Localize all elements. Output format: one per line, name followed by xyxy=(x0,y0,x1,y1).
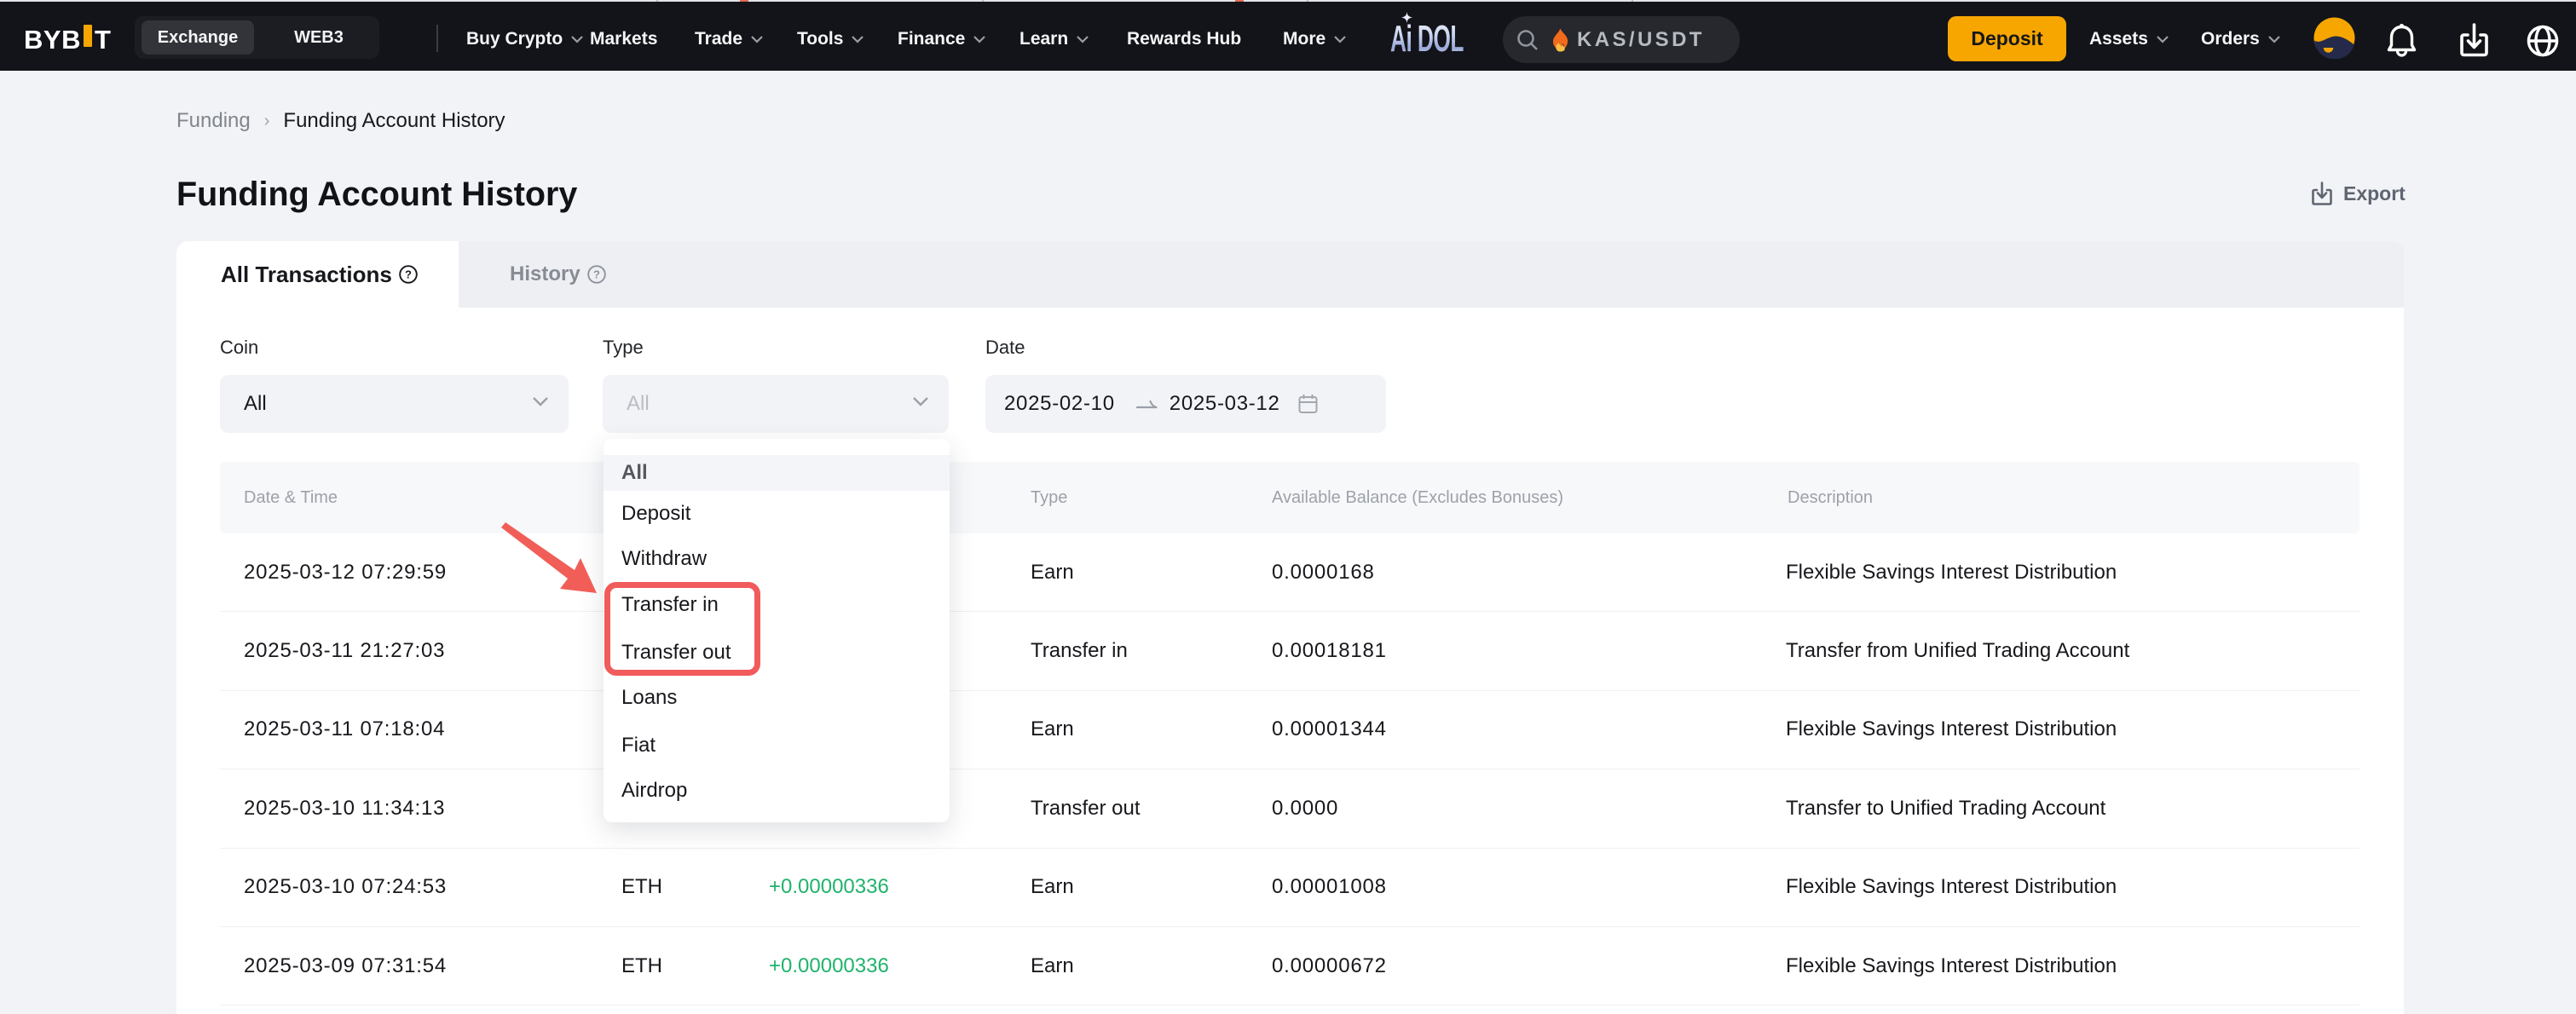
svg-text:?: ? xyxy=(593,268,600,281)
svg-text:?: ? xyxy=(405,268,412,281)
